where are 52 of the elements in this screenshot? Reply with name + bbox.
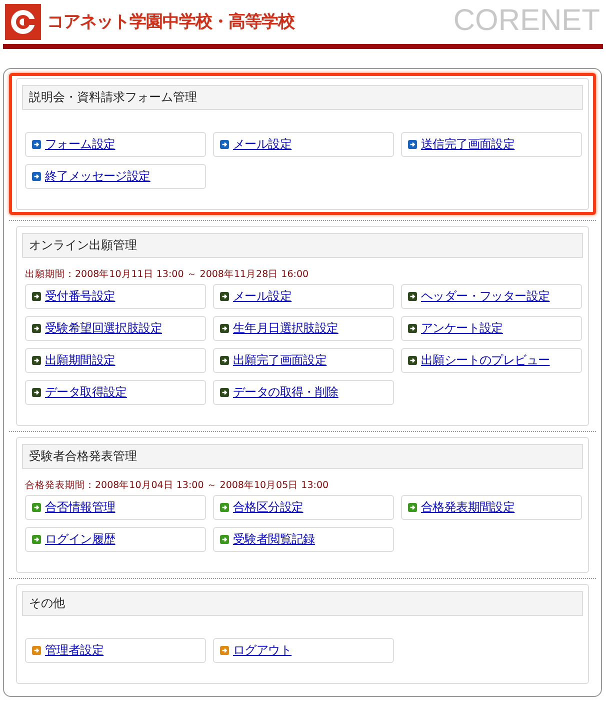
- menu-link[interactable]: 出願期間設定: [45, 352, 116, 369]
- menu-link[interactable]: 合格区分設定: [233, 499, 304, 516]
- section-title: 説明会・資料請求フォーム管理: [22, 85, 583, 110]
- link-item[interactable]: 出願完了画面設定: [213, 348, 394, 373]
- menu-link[interactable]: ログアウト: [233, 642, 292, 659]
- menu-link[interactable]: 合格発表期間設定: [421, 499, 515, 516]
- section-title: オンライン出願管理: [22, 233, 583, 258]
- logo-icon: [5, 4, 41, 40]
- menu-link[interactable]: 受験者閲覧記録: [233, 531, 315, 548]
- link-item[interactable]: ヘッダー・フッター設定: [401, 284, 582, 309]
- link-item[interactable]: 出願シートのプレビュー: [401, 348, 582, 373]
- menu-link[interactable]: 生年月日選択肢設定: [233, 320, 338, 337]
- menu-link[interactable]: データの取得・削除: [233, 384, 338, 401]
- menu-link[interactable]: 受付番号設定: [45, 288, 116, 305]
- link-item[interactable]: データの取得・削除: [213, 380, 394, 405]
- school-name: コアネット学園中学校・高等学校: [47, 10, 294, 32]
- link-item[interactable]: 受付番号設定: [25, 284, 206, 309]
- menu-link[interactable]: 受験希望回選択肢設定: [45, 320, 162, 337]
- period-text: 出願期間：2008年10月11日 13:00 ～ 2008年11月28日 16:00: [25, 268, 310, 281]
- menu-link[interactable]: メール設定: [233, 136, 292, 153]
- link-item[interactable]: メール設定: [213, 132, 394, 157]
- section-title: その他: [22, 591, 583, 616]
- menu-link[interactable]: ヘッダー・フッター設定: [421, 288, 550, 305]
- menu-link[interactable]: 出願シートのプレビュー: [421, 352, 550, 369]
- link-item[interactable]: フォーム設定: [25, 132, 206, 157]
- menu-link[interactable]: ログイン履歴: [45, 531, 116, 548]
- menu-link[interactable]: 管理者設定: [45, 642, 104, 659]
- link-item[interactable]: 受験者閲覧記録: [213, 527, 394, 552]
- link-item[interactable]: 送信完了画面設定: [401, 132, 582, 157]
- menu-link[interactable]: データ取得設定: [45, 384, 127, 401]
- menu-link[interactable]: メール設定: [233, 288, 292, 305]
- menu-link[interactable]: アンケート設定: [421, 320, 503, 337]
- link-item[interactable]: 受験希望回選択肢設定: [25, 316, 206, 341]
- section-title: 受験者合格発表管理: [22, 444, 583, 469]
- link-item[interactable]: 管理者設定: [25, 638, 206, 663]
- menu-link[interactable]: 終了メッセージ設定: [45, 168, 150, 185]
- link-item[interactable]: ログアウト: [213, 638, 394, 663]
- link-item[interactable]: アンケート設定: [401, 316, 582, 341]
- link-item[interactable]: 合格発表期間設定: [401, 495, 582, 520]
- link-item[interactable]: 生年月日選択肢設定: [213, 316, 394, 341]
- link-item[interactable]: ログイン履歴: [25, 527, 206, 552]
- menu-link[interactable]: 送信完了画面設定: [421, 136, 515, 153]
- menu-link[interactable]: フォーム設定: [45, 136, 116, 153]
- link-item[interactable]: 合否情報管理: [25, 495, 206, 520]
- period-text: 合格発表期間：2008年10月04日 13:00 ～ 2008年10月05日 13:00: [25, 479, 330, 492]
- link-item[interactable]: 合格区分設定: [213, 495, 394, 520]
- menu-link[interactable]: 出願完了画面設定: [233, 352, 327, 369]
- menu-link[interactable]: 合否情報管理: [45, 499, 116, 516]
- link-item[interactable]: 出願期間設定: [25, 348, 206, 373]
- link-item[interactable]: 終了メッセージ設定: [25, 164, 206, 189]
- link-item[interactable]: メール設定: [213, 284, 394, 309]
- link-item[interactable]: データ取得設定: [25, 380, 206, 405]
